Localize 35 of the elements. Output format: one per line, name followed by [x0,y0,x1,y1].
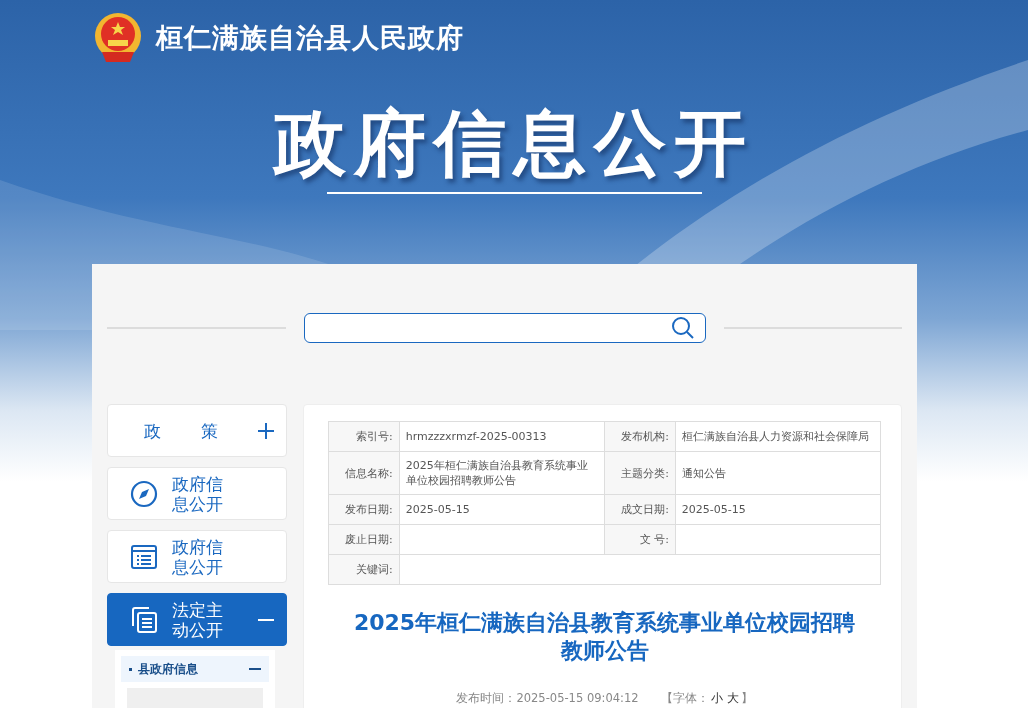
label-cell: 废止日期: [328,524,400,555]
search-icon[interactable] [670,316,695,340]
value-cell: 2025年桓仁满族自治县教育系统事业单位校园招聘教师公告 [399,451,605,495]
sidebar-item[interactable]: 政府信息公开 [107,467,287,520]
label-cell: 发布日期: [328,494,400,525]
label-cell: 索引号: [328,421,400,452]
label-cell: 主题分类: [604,451,676,495]
search-field[interactable] [303,313,706,343]
sidebar-item[interactable]: 政府信息公开 [107,530,287,583]
value-cell: hrmzzzxrmzf-2025-00313 [399,421,605,452]
label-cell: 成文日期: [604,494,676,525]
list-icon [130,542,158,571]
site-title: 桓仁满族自治县人民政府 [156,21,464,55]
article-title: 2025年桓仁满族自治县教育系统事业单位校园招聘教师公告 [352,609,857,665]
label-cell: 关键词: [328,554,400,585]
label-cell: 文 号: [604,524,676,555]
documents-icon [130,605,158,634]
label-cell: 信息名称: [328,451,400,495]
sidebar-item[interactable]: 政策 [107,404,287,457]
font-size-link[interactable]: 小 [708,691,725,706]
sidebar-item[interactable]: 法定主动公开 [107,593,287,646]
font-size-label: 【字体： [660,691,709,706]
emblem-icon [92,12,144,64]
submenu-item[interactable]: 县政府信息 [121,656,269,682]
publish-time: 发布时间：2025-05-15 09:04:12 [456,691,639,706]
value-cell: 通知公告 [675,451,881,495]
label-cell: 发布机构: [604,421,676,452]
value-cell: 桓仁满族自治县人力资源和社会保障局 [675,421,881,452]
bracket-text: 】 [740,691,753,706]
value-cell: 2025-05-15 [399,494,605,525]
font-size-link[interactable]: 大 [724,691,741,706]
banner-title: 政府信息公开 [274,100,754,187]
compass-icon [130,479,158,508]
plus-icon[interactable] [258,422,274,439]
value-cell: 2025-05-15 [675,494,881,525]
